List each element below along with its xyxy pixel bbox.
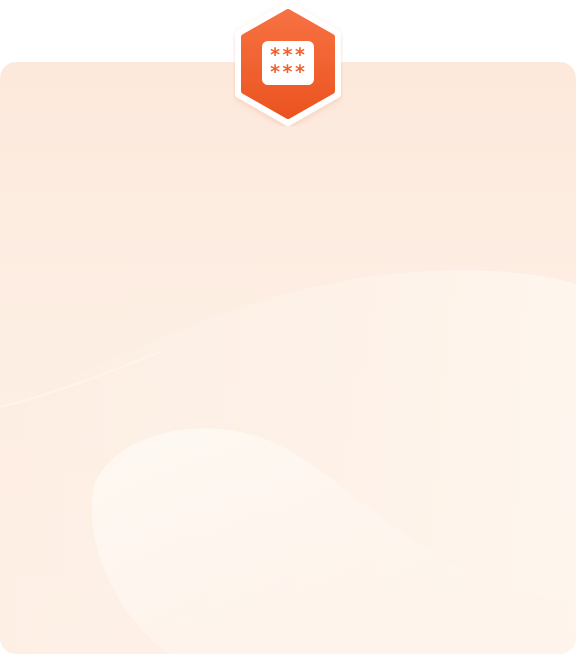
mask-line-2: *** bbox=[269, 61, 307, 83]
page: *** *** bbox=[0, 0, 576, 654]
background-waves bbox=[0, 270, 576, 654]
content-card bbox=[0, 62, 576, 654]
password-mask-icon: *** *** bbox=[262, 41, 314, 85]
password-badge: *** *** bbox=[233, 2, 343, 126]
